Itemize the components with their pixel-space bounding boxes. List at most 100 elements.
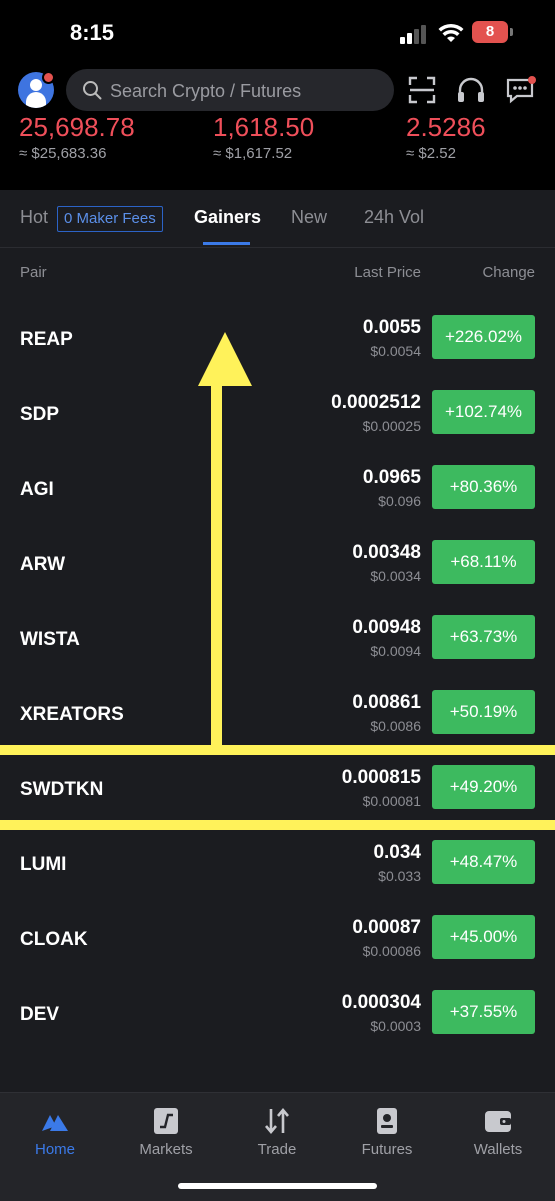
last-price: 0.00348	[352, 542, 421, 563]
markets-icon	[154, 1108, 178, 1134]
nav-label: Markets	[139, 1141, 193, 1158]
change-badge[interactable]: +50.19%	[432, 690, 535, 734]
app-header	[0, 66, 555, 114]
ticker-fiat: ≈ $2.52	[406, 145, 456, 162]
search-bar[interactable]	[66, 69, 394, 113]
tab-24h-vol[interactable]: 24h Vol	[364, 207, 424, 228]
last-price: 0.000815	[341, 767, 421, 788]
pair-name: LUMI	[20, 854, 67, 875]
active-tab-indicator	[203, 242, 250, 245]
usd-price: $0.0054	[370, 343, 421, 359]
last-price: 0.0002512	[331, 392, 421, 413]
battery-tip	[510, 28, 513, 36]
change-badge[interactable]: +49.20%	[432, 765, 535, 809]
table-row[interactable]: AGI 0.0965 $0.096 +80.36%	[0, 457, 555, 532]
nav-home[interactable]: Home	[5, 1107, 105, 1158]
usd-price: $0.00086	[362, 943, 421, 959]
status-time: 8:15	[70, 20, 115, 45]
tab-new[interactable]: New	[291, 207, 327, 228]
pair-name: XREATORS	[20, 704, 124, 725]
ticker-value: 1,618.50	[213, 112, 315, 142]
change-badge[interactable]: +63.73%	[432, 615, 535, 659]
market-tabs: Hot 0 Maker Fees Gainers New 24h Vol	[0, 190, 555, 248]
table-row[interactable]: CLOAK 0.00087 $0.00086 +45.00%	[0, 907, 555, 982]
ticker-1[interactable]: 25,698.78 ≈ $25,683.36	[19, 114, 135, 162]
search-icon	[83, 81, 102, 100]
table-row[interactable]: SDP 0.0002512 $0.00025 +102.74%	[0, 382, 555, 457]
column-header-change[interactable]: Change	[482, 264, 535, 281]
ticker-value: 25,698.78	[19, 112, 135, 142]
cellular-signal-icon	[400, 24, 430, 44]
maker-fees-badge[interactable]: 0 Maker Fees	[57, 206, 163, 232]
table-row[interactable]: WISTA 0.00948 $0.0094 +63.73%	[0, 607, 555, 682]
ticker-3[interactable]: 2.5286 ≈ $2.52	[406, 114, 486, 162]
change-badge[interactable]: +226.02%	[432, 315, 535, 359]
annotation-arrow-head	[198, 332, 252, 386]
chat-icon[interactable]	[505, 74, 537, 106]
market-tickers: 25,698.78 ≈ $25,683.36 1,618.50 ≈ $1,617…	[0, 114, 555, 176]
search-input[interactable]	[108, 69, 382, 113]
last-price: 0.00087	[352, 917, 421, 938]
column-header-last-price[interactable]: Last Price	[354, 264, 421, 281]
wallet-icon	[485, 1111, 511, 1132]
table-row[interactable]: ARW 0.00348 $0.0034 +68.11%	[0, 532, 555, 607]
usd-price: $0.0003	[370, 1018, 421, 1034]
pair-name: ARW	[20, 554, 66, 575]
ticker-fiat: ≈ $25,683.36	[19, 145, 107, 162]
nav-label: Home	[34, 1141, 75, 1158]
nav-label: Trade	[257, 1141, 297, 1158]
usd-price: $0.0086	[370, 718, 421, 734]
change-badge[interactable]: +37.55%	[432, 990, 535, 1034]
pair-name: AGI	[20, 479, 54, 500]
ticker-value: 2.5286	[406, 112, 486, 142]
change-badge[interactable]: +45.00%	[432, 915, 535, 959]
home-indicator	[178, 1183, 377, 1189]
change-badge[interactable]: +68.11%	[432, 540, 535, 584]
scan-icon[interactable]	[406, 74, 438, 106]
usd-price: $0.096	[378, 493, 421, 509]
ticker-2[interactable]: 1,618.50 ≈ $1,617.52	[213, 114, 314, 162]
home-icon	[42, 1115, 68, 1131]
last-price: 0.00948	[352, 617, 421, 638]
pair-name: WISTA	[20, 629, 80, 650]
change-badge[interactable]: +102.74%	[432, 390, 535, 434]
nav-futures[interactable]: Futures	[337, 1107, 437, 1158]
trade-icon	[265, 1107, 289, 1135]
tab-hot[interactable]: Hot	[20, 207, 48, 228]
highlight-line-top	[0, 745, 555, 755]
nav-markets[interactable]: Markets	[116, 1107, 216, 1158]
table-row[interactable]: LUMI 0.034 $0.033 +48.47%	[0, 832, 555, 907]
futures-icon	[377, 1108, 397, 1134]
tab-gainers[interactable]: Gainers	[194, 207, 261, 228]
last-price: 0.034	[373, 842, 421, 863]
pair-name: REAP	[20, 329, 73, 350]
usd-price: $0.0034	[370, 568, 421, 584]
battery-icon: 8	[472, 21, 508, 43]
pair-name: CLOAK	[20, 929, 88, 950]
change-badge[interactable]: +48.47%	[432, 840, 535, 884]
table-row[interactable]: REAP 0.0055 $0.0054 +226.02%	[0, 307, 555, 382]
last-price: 0.000304	[341, 992, 421, 1013]
pair-name: SDP	[20, 404, 60, 425]
pair-name: DEV	[20, 1004, 60, 1025]
table-row[interactable]: DEV 0.000304 $0.0003 +37.55%	[0, 982, 555, 1057]
notification-dot	[42, 71, 55, 84]
wifi-icon	[438, 23, 464, 42]
column-header-pair: Pair	[20, 264, 47, 281]
status-bar: 8:15 8	[0, 0, 555, 62]
nav-trade[interactable]: Trade	[227, 1107, 327, 1158]
change-badge[interactable]: +80.36%	[432, 465, 535, 509]
highlight-line-bottom	[0, 820, 555, 830]
nav-label: Wallets	[473, 1141, 523, 1158]
pair-name: SWDTKN	[20, 779, 104, 800]
usd-price: $0.00025	[362, 418, 421, 434]
last-price: 0.00861	[352, 692, 421, 713]
annotation-arrow-shaft	[211, 382, 222, 748]
headset-icon[interactable]	[455, 74, 487, 106]
ticker-fiat: ≈ $1,617.52	[213, 145, 293, 162]
last-price: 0.0055	[362, 317, 421, 338]
nav-wallets[interactable]: Wallets	[448, 1107, 548, 1158]
usd-price: $0.033	[378, 868, 421, 884]
last-price: 0.0965	[362, 467, 421, 488]
usd-price: $0.0094	[370, 643, 421, 659]
